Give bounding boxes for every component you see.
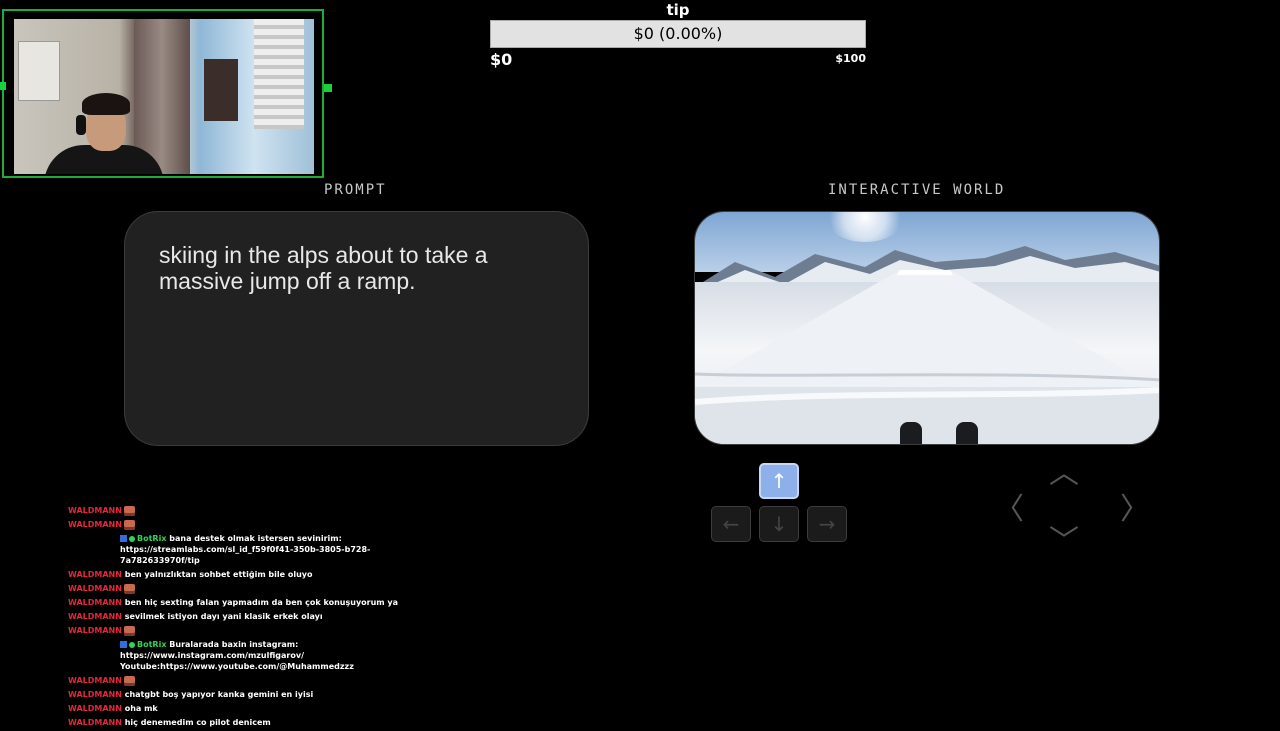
- tip-progress-bar: $0 (0.00%): [490, 20, 866, 48]
- emote-icon: [123, 505, 135, 516]
- down-arrow-key[interactable]: ↓: [759, 506, 799, 542]
- camera-right-icon[interactable]: 〉: [1120, 484, 1150, 528]
- chat-text: ben hiç sexting falan yapmadım da ben ço…: [121, 598, 399, 607]
- right-arrow-key[interactable]: →: [807, 506, 847, 542]
- bot-badge-icon: [120, 535, 127, 542]
- chat-username[interactable]: WALDMANN: [68, 506, 122, 515]
- ski-ramp: [695, 270, 1159, 444]
- chat-username[interactable]: WALDMANN: [68, 718, 122, 727]
- ski-tip-right: [956, 422, 978, 444]
- verified-dot-icon: [129, 641, 135, 648]
- chat-text-continued: 7a782633970f/tip: [120, 556, 200, 565]
- chat-username[interactable]: BotRix: [137, 534, 166, 543]
- chat-text: oha mk: [121, 704, 158, 713]
- camera-down-icon[interactable]: ﹀: [1049, 516, 1079, 560]
- webcam-overlay: [2, 9, 324, 178]
- emote-icon: [123, 625, 135, 636]
- emote-icon: [123, 675, 135, 686]
- chat-message: WALDMANN: [68, 505, 408, 516]
- chat-text: chatgbt boş yapıyor kanka gemini en iyis…: [121, 690, 314, 699]
- chat-log: WALDMANN WALDMANN BotRix bana destek olmak…: [68, 505, 408, 731]
- tip-title: tip: [666, 1, 690, 19]
- interactive-world-view[interactable]: [694, 211, 1160, 445]
- tip-max-label: $100: [835, 52, 866, 65]
- verified-dot-icon: [129, 535, 135, 542]
- chat-text: sevilmek istiyon dayı yani klasik erkek …: [121, 612, 323, 621]
- chat-message: WALDMANN ben yalnızlıktan sohbet ettiğim…: [68, 569, 408, 580]
- emote-icon: [123, 583, 135, 594]
- left-arrow-key[interactable]: ←: [711, 506, 751, 542]
- bot-badge-icon: [120, 641, 127, 648]
- marker-left: [0, 82, 6, 90]
- chat-message: WALDMANN hiç denemedim co pilot denicem: [68, 717, 408, 728]
- chat-message: WALDMANN: [68, 519, 408, 530]
- prompt-text: skiing in the alps about to take a massi…: [159, 242, 488, 294]
- chat-message: WALDMANN ben hiç sexting falan yapmadım …: [68, 597, 408, 608]
- chat-username[interactable]: WALDMANN: [68, 598, 122, 607]
- camera-up-icon[interactable]: ︿: [1049, 448, 1079, 492]
- tip-progress-text: $0 (0.00%): [633, 24, 723, 43]
- window-building: [254, 19, 304, 129]
- up-arrow-key[interactable]: ↑: [759, 463, 799, 499]
- tip-min-label: $0: [490, 50, 513, 69]
- chat-username[interactable]: WALDMANN: [68, 520, 122, 529]
- emote-icon: [123, 519, 135, 530]
- chat-text: ben yalnızlıktan sohbet ettiğim bile olu…: [121, 570, 313, 579]
- streamer-hair: [82, 93, 130, 115]
- chat-username[interactable]: WALDMANN: [68, 584, 122, 593]
- chat-message: WALDMANN chatgbt boş yapıyor kanka gemin…: [68, 689, 408, 700]
- poster: [204, 59, 238, 121]
- chat-message: BotRix bana destek olmak istersen sevini…: [68, 533, 408, 566]
- wall-art: [18, 41, 60, 101]
- chat-message: WALDMANN: [68, 675, 408, 686]
- chat-text: hiç denemedim co pilot denicem: [121, 718, 271, 727]
- chat-username[interactable]: WALDMANN: [68, 676, 122, 685]
- world-section-label: INTERACTIVE WORLD: [828, 182, 1006, 198]
- prompt-card[interactable]: skiing in the alps about to take a massi…: [124, 211, 589, 446]
- chat-message: WALDMANN oha mk: [68, 703, 408, 714]
- chat-text-continued: https://streamlabs.com/sl_id_f59f0f41-35…: [120, 545, 371, 554]
- chat-username[interactable]: WALDMANN: [68, 626, 122, 635]
- chat-username[interactable]: WALDMANN: [68, 690, 122, 699]
- webcam-feed: [14, 19, 314, 174]
- chat-username[interactable]: WALDMANN: [68, 704, 122, 713]
- ski-tip-left: [900, 422, 922, 444]
- marker-right: [324, 84, 332, 92]
- chat-username[interactable]: WALDMANN: [68, 612, 122, 621]
- chat-username[interactable]: WALDMANN: [68, 570, 122, 579]
- headset-icon: [76, 115, 86, 135]
- chat-text-continued: Youtube:https://www.youtube.com/@Muhamme…: [120, 662, 354, 671]
- chat-message: WALDMANN: [68, 625, 408, 636]
- prompt-section-label: PROMPT: [324, 182, 387, 198]
- chat-message: WALDMANN sevilmek istiyon dayı yani klas…: [68, 611, 408, 622]
- chat-username[interactable]: BotRix: [137, 640, 166, 649]
- chat-message: WALDMANN: [68, 583, 408, 594]
- chat-text: bana destek olmak istersen sevinirim:: [166, 534, 342, 543]
- chat-message: BotRix Buralarada baxin instagram: https…: [68, 639, 408, 672]
- camera-left-icon[interactable]: 〈: [994, 484, 1024, 528]
